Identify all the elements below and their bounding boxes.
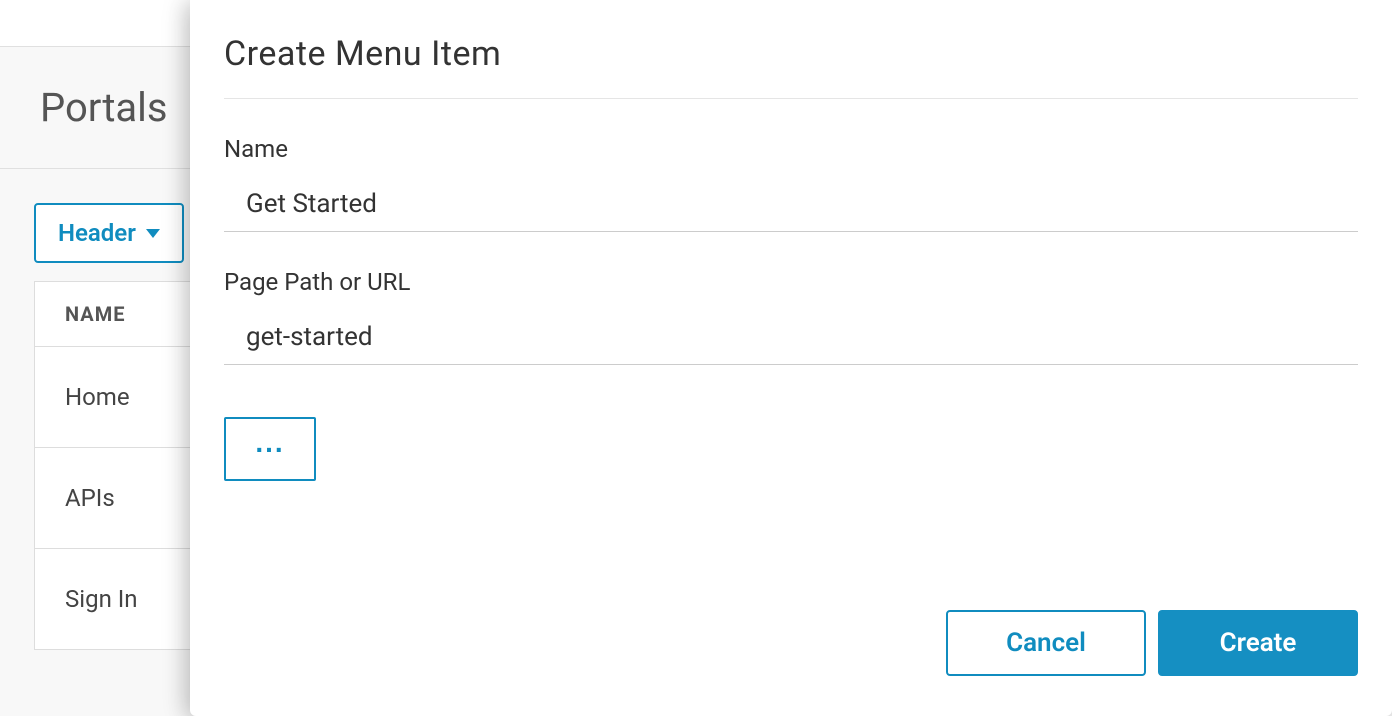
table-row[interactable]: Sign In [35,549,193,649]
cancel-button[interactable]: Cancel [946,610,1146,676]
caret-down-icon [146,229,160,238]
header-dropdown[interactable]: Header [34,203,184,263]
table-row[interactable]: APIs [35,448,193,549]
name-label: Name [224,135,1358,163]
path-input[interactable] [224,314,1358,365]
path-field-group: Page Path or URL [224,268,1358,365]
create-button[interactable]: Create [1158,610,1358,676]
header-dropdown-label: Header [58,219,136,247]
table-row[interactable]: Home [35,347,193,448]
name-input[interactable] [224,181,1358,232]
table-header-name: NAME [35,282,193,347]
name-field-group: Name [224,135,1358,232]
more-options-button[interactable]: ... [224,417,316,481]
menu-items-table: NAME Home APIs Sign In [34,281,194,650]
dialog-title: Create Menu Item [224,34,1358,74]
path-label: Page Path or URL [224,268,1358,296]
page-title: Portals [40,84,168,131]
create-menu-item-dialog: Create Menu Item Name Page Path or URL .… [190,0,1392,716]
divider [224,98,1358,99]
dialog-footer: Cancel Create [224,570,1358,676]
